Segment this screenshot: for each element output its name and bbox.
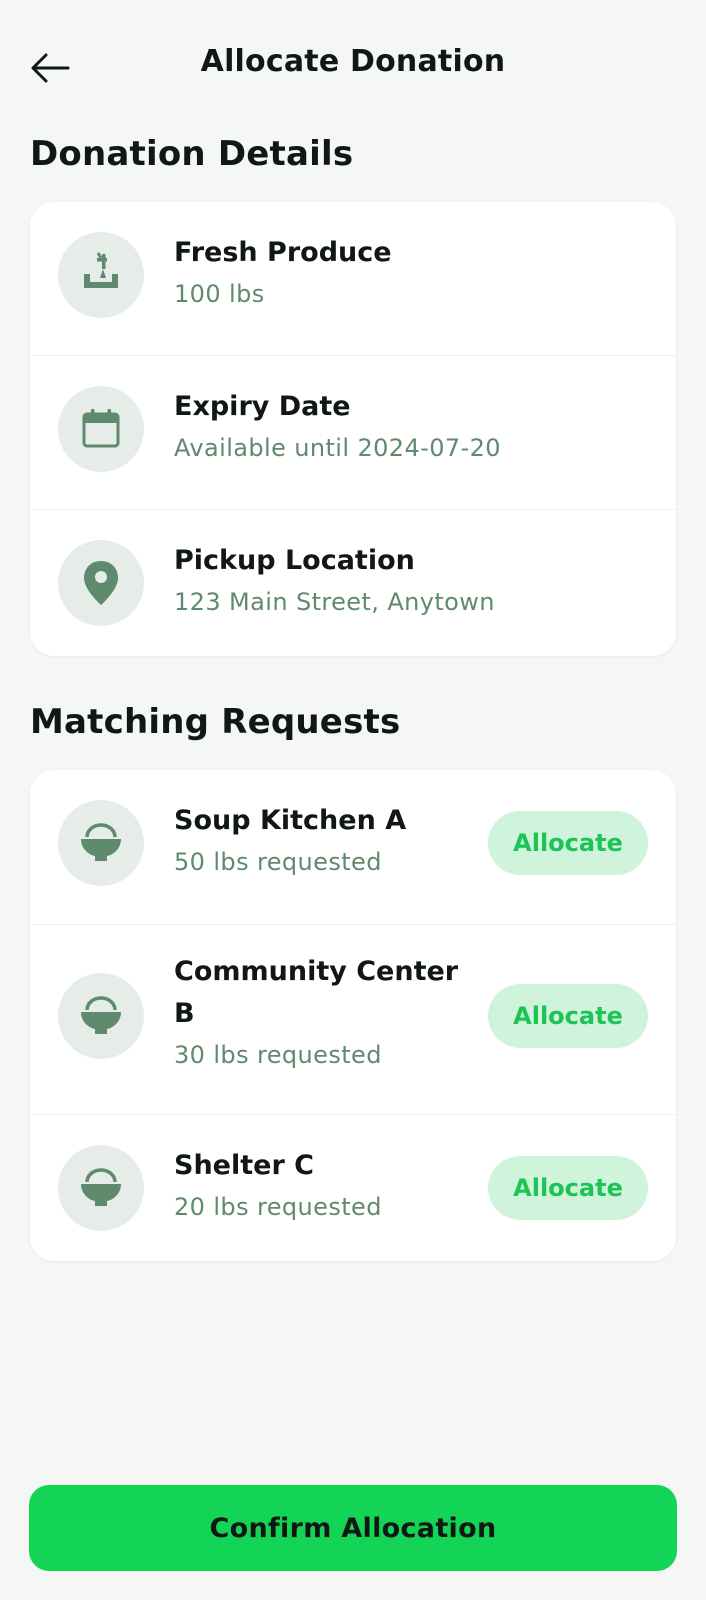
donation-details-card: Fresh Produce 100 lbs Expiry Date Availa… xyxy=(30,202,676,656)
request-title: Community Center B xyxy=(174,956,459,1029)
request-subtitle: 20 lbs requested xyxy=(174,1193,382,1221)
request-subtitle: 50 lbs requested xyxy=(174,848,382,876)
allocate-button[interactable]: Allocate xyxy=(488,1156,648,1220)
detail-row-location: Pickup Location 123 Main Street, Anytown xyxy=(30,509,676,656)
matching-requests-heading: Matching Requests xyxy=(30,702,401,742)
allocate-button[interactable]: Allocate xyxy=(488,984,648,1048)
detail-title: Fresh Produce xyxy=(174,237,392,268)
donation-details-heading: Donation Details xyxy=(30,134,354,174)
request-subtitle: 30 lbs requested xyxy=(174,1041,382,1069)
bowl-icon xyxy=(58,1145,144,1231)
bowl-icon xyxy=(58,973,144,1059)
top-bar: Allocate Donation xyxy=(0,0,706,130)
detail-subtitle: 100 lbs xyxy=(174,280,265,308)
bowl-icon xyxy=(58,800,144,886)
detail-row-produce: Fresh Produce 100 lbs xyxy=(30,202,676,355)
detail-title: Expiry Date xyxy=(174,391,351,422)
request-row: Community Center B 30 lbs requested Allo… xyxy=(30,924,676,1114)
allocate-button[interactable]: Allocate xyxy=(488,811,648,875)
detail-row-expiry: Expiry Date Available until 2024-07-20 xyxy=(30,355,676,509)
location-pin-icon xyxy=(58,540,144,626)
request-row: Shelter C 20 lbs requested Allocate xyxy=(30,1114,676,1261)
produce-icon xyxy=(58,232,144,318)
request-title: Soup Kitchen A xyxy=(174,805,407,836)
detail-subtitle: Available until 2024-07-20 xyxy=(174,434,501,462)
allocate-donation-screen: Allocate Donation Donation Details Fresh… xyxy=(0,0,706,1600)
request-row: Soup Kitchen A 50 lbs requested Allocate xyxy=(30,770,676,924)
request-title: Shelter C xyxy=(174,1150,314,1181)
page-title: Allocate Donation xyxy=(200,44,506,79)
detail-subtitle: 123 Main Street, Anytown xyxy=(174,588,495,616)
detail-title: Pickup Location xyxy=(174,545,415,576)
calendar-icon xyxy=(58,386,144,472)
matching-requests-card: Soup Kitchen A 50 lbs requested Allocate… xyxy=(30,770,676,1261)
confirm-allocation-button[interactable]: Confirm Allocation xyxy=(29,1485,677,1571)
